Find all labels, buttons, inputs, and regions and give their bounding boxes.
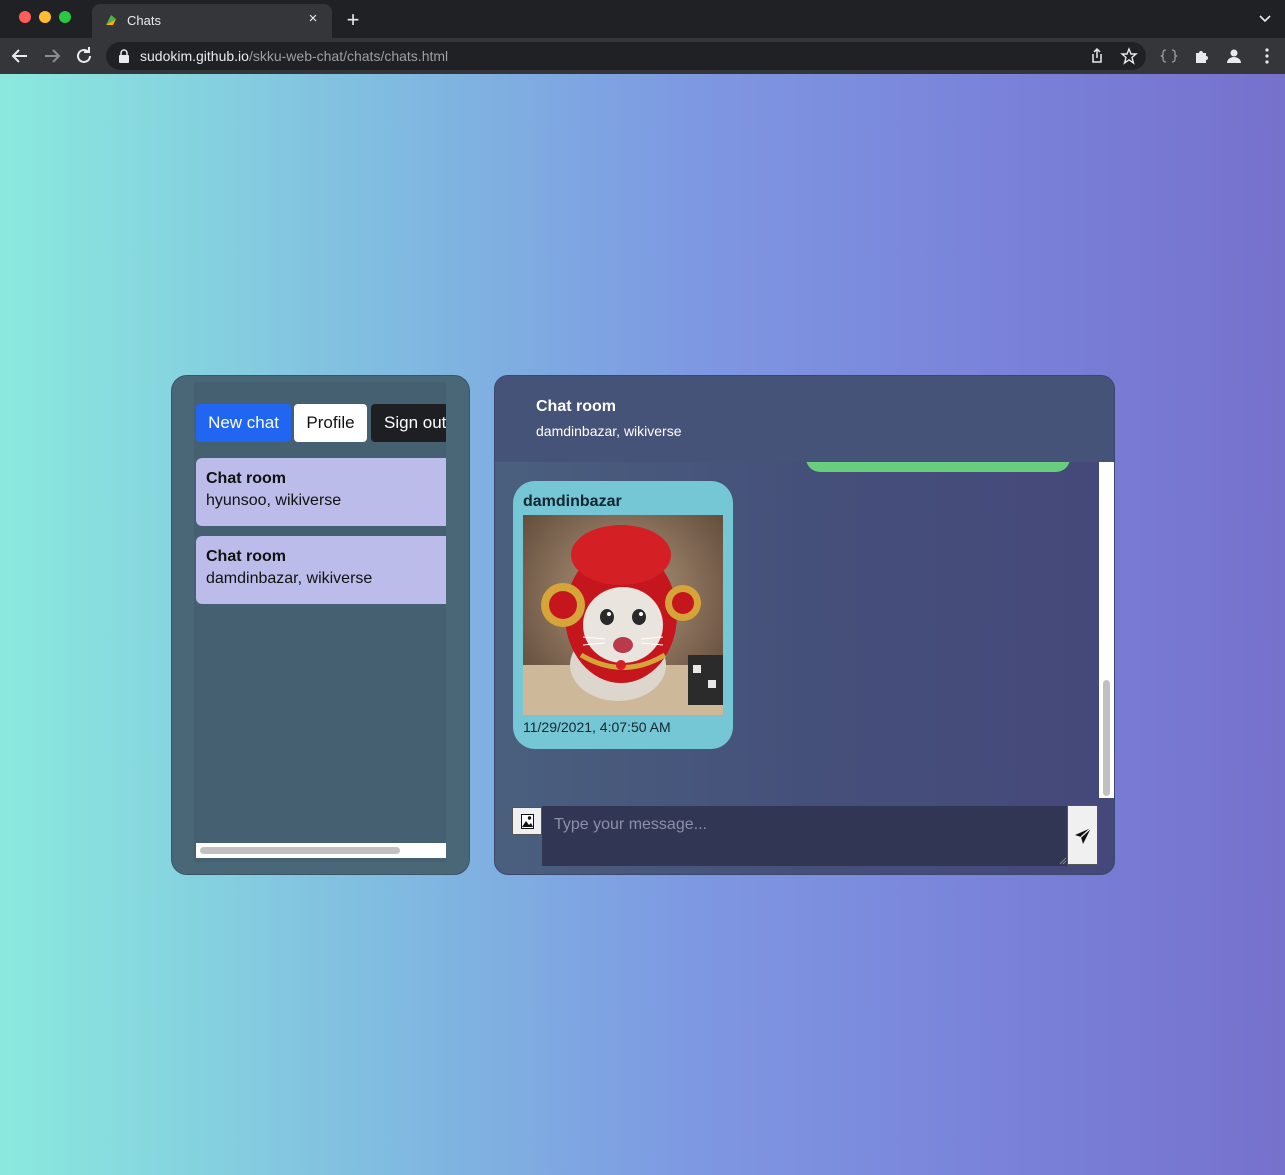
extensions-puzzle-icon[interactable] — [1193, 47, 1211, 65]
address-bar[interactable]: sudokim.github.io/skku-web-chat/chats/ch… — [106, 42, 1146, 70]
send-message-button[interactable] — [1067, 805, 1098, 865]
cat-photo-icon — [523, 515, 723, 715]
scrollbar-thumb[interactable] — [1103, 680, 1110, 796]
attach-image-button[interactable] — [512, 807, 542, 835]
url-host: sudokim.github.io — [140, 48, 249, 64]
outgoing-message-bubble — [806, 462, 1070, 472]
site-favicon-icon — [106, 15, 116, 25]
sign-out-button[interactable]: Sign out — [371, 404, 446, 442]
incoming-message-bubble: damdinbazar 11/29/2021, 4:07:50 AM — [513, 481, 733, 749]
browser-menu-icon[interactable] — [1258, 47, 1276, 65]
profile-button[interactable]: Profile — [294, 404, 367, 442]
bookmark-star-icon[interactable] — [1120, 47, 1138, 65]
horizontal-scrollbar[interactable] — [196, 843, 446, 858]
tab-title: Chats — [127, 13, 161, 28]
message-list: damdinbazar 11/29/2021, 4:07:50 AM — [495, 462, 1099, 798]
reload-icon[interactable] — [72, 44, 96, 68]
chat-room-item[interactable]: Chat room hyunsoo, wikiverse — [196, 458, 446, 526]
page-background: New chat Profile Sign out Chat room hyun… — [0, 74, 1285, 1175]
chat-room-members: damdinbazar, wikiverse — [206, 570, 373, 587]
browser-tab[interactable]: Chats × — [92, 4, 332, 38]
chat-list-scroll-area — [194, 382, 446, 862]
chat-list-panel: New chat Profile Sign out Chat room hyun… — [171, 375, 470, 875]
url-text: sudokim.github.io/skku-web-chat/chats/ch… — [140, 48, 448, 64]
vertical-scrollbar[interactable] — [1099, 462, 1114, 798]
message-image[interactable] — [523, 515, 723, 715]
browser-tab-bar: Chats × + — [0, 0, 1285, 38]
lock-icon[interactable] — [118, 49, 130, 63]
new-chat-button[interactable]: New chat — [196, 404, 291, 442]
tab-close-button[interactable]: × — [304, 10, 322, 28]
window-close-button[interactable] — [19, 11, 31, 23]
chat-room-members: hyunsoo, wikiverse — [206, 492, 342, 509]
message-author: damdinbazar — [523, 493, 622, 510]
forward-arrow-icon[interactable] — [40, 44, 64, 68]
chat-header: Chat room damdinbazar, wikiverse — [495, 376, 1114, 462]
window-zoom-button[interactable] — [59, 11, 71, 23]
chat-room-item[interactable]: Chat room damdinbazar, wikiverse — [196, 536, 446, 604]
message-composer — [495, 804, 1114, 874]
chat-room-title: Chat room — [206, 548, 286, 565]
browser-toolbar: sudokim.github.io/skku-web-chat/chats/ch… — [0, 38, 1285, 74]
message-timestamp: 11/29/2021, 4:07:50 AM — [523, 719, 671, 735]
chat-title: Chat room — [536, 398, 616, 415]
image-icon — [521, 814, 534, 829]
send-paper-plane-icon — [1075, 827, 1092, 844]
back-arrow-icon[interactable] — [8, 44, 32, 68]
share-icon[interactable] — [1088, 47, 1106, 65]
sidebar-button-row: New chat Profile Sign out — [196, 404, 446, 442]
chat-panel: Chat room damdinbazar, wikiverse damdinb… — [494, 375, 1115, 875]
resize-grip-icon[interactable] — [1059, 857, 1067, 865]
new-tab-button[interactable]: + — [343, 8, 363, 32]
json-viewer-extension-icon[interactable] — [1160, 47, 1178, 65]
scrollbar-thumb[interactable] — [200, 847, 400, 854]
window-minimize-button[interactable] — [39, 11, 51, 23]
profile-avatar-icon[interactable] — [1225, 47, 1243, 65]
chat-room-title: Chat room — [206, 470, 286, 487]
tab-search-chevron-icon[interactable] — [1257, 10, 1273, 26]
url-path: /skku-web-chat/chats/chats.html — [248, 48, 449, 64]
chat-members: damdinbazar, wikiverse — [536, 423, 682, 439]
message-input[interactable] — [542, 806, 1067, 866]
